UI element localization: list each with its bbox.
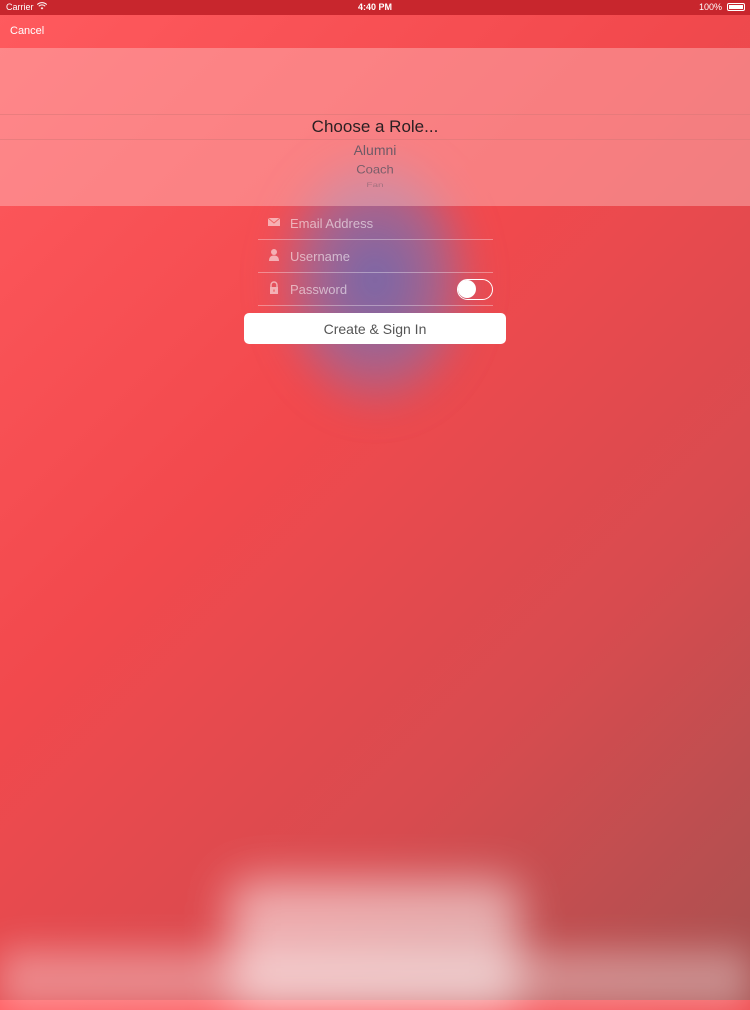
password-field-row — [258, 272, 493, 306]
password-input[interactable] — [288, 277, 452, 301]
show-password-toggle[interactable] — [457, 279, 493, 300]
picker-option[interactable]: Coach — [0, 163, 750, 177]
email-input[interactable] — [288, 211, 452, 235]
status-time: 4:40 PM — [357, 2, 392, 12]
username-input[interactable] — [288, 244, 452, 268]
username-field-row — [258, 239, 493, 273]
status-bar: Carrier 4:40 PM 100% — [0, 0, 750, 15]
create-and-sign-in-button[interactable]: Create & Sign In — [244, 313, 506, 344]
battery-icon — [727, 3, 745, 11]
picker-option[interactable]: Alumni — [0, 142, 750, 158]
picker-separator-top — [0, 114, 750, 115]
battery-percentage: 100% — [698, 2, 722, 12]
user-icon — [267, 248, 281, 262]
picker-separator-bottom — [0, 139, 750, 140]
toggle-knob — [458, 280, 476, 298]
background-bottom-glow-wide — [0, 950, 750, 1010]
nav-bar: Cancel — [0, 15, 750, 48]
envelope-icon — [267, 215, 281, 229]
email-field-row — [258, 206, 493, 240]
picker-option[interactable]: Fan — [0, 182, 750, 189]
lock-icon — [267, 281, 281, 295]
cancel-button[interactable]: Cancel — [10, 25, 44, 37]
picker-selected-role[interactable]: Choose a Role... — [0, 117, 750, 137]
